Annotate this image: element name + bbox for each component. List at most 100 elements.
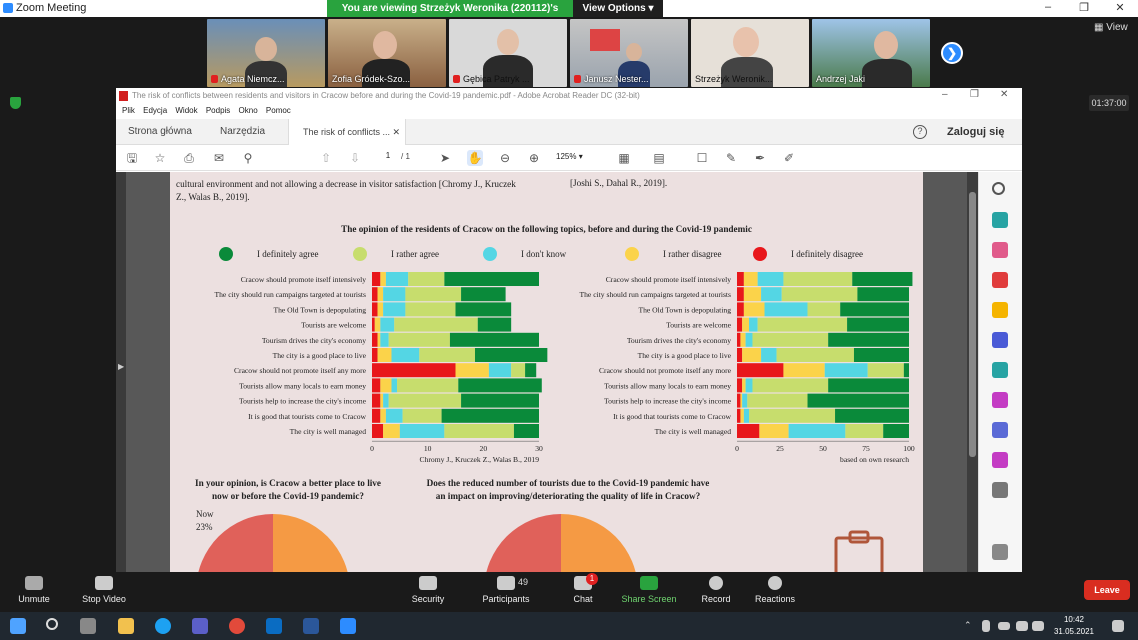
print-icon[interactable]: ⎙ [181, 150, 197, 166]
highlight-pen-icon[interactable]: ✎ [723, 150, 739, 166]
record-button[interactable]: Record [698, 576, 734, 604]
minimize-icon[interactable]: – [1040, 1, 1056, 15]
zoom-out-icon[interactable]: ⊖ [497, 150, 513, 166]
category-label: Cracow should promote itself intensively [606, 275, 731, 284]
next-participants-button[interactable]: ❯ [941, 42, 963, 64]
pdf-page: cultural environment and not allowing a … [170, 172, 923, 572]
collapse-rail-icon[interactable] [992, 544, 1008, 560]
stop-video-button[interactable]: Stop Video [78, 576, 130, 604]
more-tools-icon[interactable] [992, 482, 1008, 498]
login-button[interactable]: Zaloguj się [947, 126, 1004, 138]
scroll-mode-icon[interactable]: ▤ [651, 150, 667, 166]
chrome-icon[interactable] [229, 618, 245, 634]
encryption-shield-icon[interactable] [10, 97, 21, 109]
left-panel-toggle[interactable]: ▶ [116, 172, 126, 572]
participant-tile[interactable]: Andrzej Jaki [812, 19, 930, 87]
select-cursor-icon[interactable]: ➤ [437, 150, 453, 166]
bar-segment [761, 348, 777, 362]
acrobat-close-icon[interactable]: ✕ [1000, 89, 1008, 100]
view-options-button[interactable]: View Options ▾ [573, 0, 663, 17]
taskbar-clock[interactable]: 10:42 31.05.2021 [1052, 614, 1096, 638]
menu-file[interactable]: Plik [122, 106, 135, 115]
menu-help[interactable]: Pomoc [266, 106, 291, 115]
menu-edit[interactable]: Edycja [143, 106, 167, 115]
share-screen-button[interactable]: Share Screen [620, 576, 678, 604]
hand-tool-icon[interactable]: ✋ [467, 150, 483, 166]
chart-source: Chromy J., Kruczek Z., Walas B., 2019 [420, 455, 540, 464]
help-icon[interactable]: ? [913, 125, 927, 139]
view-button[interactable]: ▦ View [1094, 22, 1128, 33]
windows-start-icon[interactable] [10, 618, 26, 634]
tab-close-icon[interactable]: ✕ [393, 127, 401, 137]
reactions-button[interactable]: Reactions [752, 576, 798, 604]
zoom-search-icon[interactable] [992, 182, 1005, 195]
next-page-icon[interactable]: ⇩ [347, 150, 363, 166]
document-viewport[interactable]: ▶ cultural environment and not allowing … [116, 172, 978, 572]
fit-page-icon[interactable]: ▦ [616, 150, 632, 166]
bar-segment [852, 272, 913, 286]
participant-name: Zofia Gródek-Szo... [332, 74, 411, 84]
bookmark-star-icon[interactable]: ☆ [152, 150, 168, 166]
prev-page-icon[interactable]: ⇧ [318, 150, 334, 166]
email-icon[interactable]: ✉ [211, 150, 227, 166]
organize-pages-icon[interactable] [992, 242, 1008, 258]
teams-icon[interactable] [192, 618, 208, 634]
network-icon[interactable] [1016, 621, 1028, 631]
fill-sign-icon[interactable] [992, 392, 1008, 408]
participant-tile[interactable]: Zofia Gródek-Szo... [328, 19, 446, 87]
scrollbar-thumb[interactable] [969, 192, 976, 457]
menu-sign[interactable]: Podpis [206, 106, 230, 115]
tray-chevron-icon[interactable]: ⌃ [964, 620, 972, 631]
save-icon[interactable]: 🖫 [124, 150, 140, 166]
zoom-level-select[interactable]: 125% ▾ [556, 152, 583, 161]
comment-icon[interactable]: ☐ [694, 150, 710, 166]
leave-button[interactable]: Leave [1084, 580, 1130, 600]
export-pdf-icon[interactable] [992, 212, 1008, 228]
tab-home[interactable]: Strona główna [128, 119, 192, 145]
notifications-icon[interactable] [1112, 620, 1124, 632]
sign-icon[interactable]: ✐ [781, 150, 797, 166]
acrobat-minimize-icon[interactable]: – [942, 89, 948, 100]
x-tick-label: 20 [480, 444, 488, 453]
participant-tile[interactable]: Janusz Nester... [570, 19, 688, 87]
combine-files-icon[interactable] [992, 332, 1008, 348]
draw-icon[interactable]: ✒ [752, 150, 768, 166]
muted-mic-icon [574, 75, 581, 83]
edge-icon[interactable] [155, 618, 171, 634]
search-icon[interactable]: ⚲ [240, 150, 256, 166]
battery-icon[interactable] [998, 622, 1010, 630]
outlook-icon[interactable] [266, 618, 282, 634]
word-icon[interactable] [303, 618, 319, 634]
close-icon[interactable]: ✕ [1112, 1, 1128, 15]
bar-segment [742, 393, 748, 408]
expand-left-icon[interactable]: ▶ [118, 362, 124, 371]
maximize-icon[interactable]: ❐ [1076, 1, 1092, 15]
microphone-tray-icon[interactable] [982, 620, 990, 632]
vertical-scrollbar[interactable] [967, 172, 978, 572]
file-explorer-icon[interactable] [118, 618, 134, 634]
legend-label: I definitely disagree [791, 249, 863, 259]
tab-tools[interactable]: Narzędzia [220, 119, 265, 145]
participant-tile[interactable]: Strzeżyk Weronik... [691, 19, 809, 87]
menu-window[interactable]: Okno [239, 106, 258, 115]
zoom-in-icon[interactable]: ⊕ [526, 150, 542, 166]
view-label: View [1106, 22, 1128, 33]
comment-tool-icon[interactable] [992, 302, 1008, 318]
acrobat-restore-icon[interactable]: ❐ [970, 89, 979, 100]
zoom-taskbar-icon[interactable] [340, 618, 356, 634]
unmute-button[interactable]: Unmute [12, 576, 56, 604]
volume-icon[interactable] [1032, 621, 1044, 631]
participant-tile[interactable]: Agata Niemcz... [207, 19, 325, 87]
taskbar-search-icon[interactable] [46, 618, 58, 630]
security-button[interactable]: Security [406, 576, 450, 604]
task-view-icon[interactable] [80, 618, 96, 634]
create-pdf-icon[interactable] [992, 272, 1008, 288]
edit-pdf-icon[interactable] [992, 452, 1008, 468]
protect-icon[interactable] [992, 422, 1008, 438]
tab-document[interactable]: The risk of conflicts ... ✕ [288, 119, 406, 145]
compress-pdf-icon[interactable] [992, 362, 1008, 378]
page-number-input[interactable]: 1 [380, 151, 396, 165]
menu-view[interactable]: Widok [175, 106, 197, 115]
participant-tile[interactable]: Gębica Patryk ... [449, 19, 567, 87]
bar-segment [745, 378, 753, 393]
